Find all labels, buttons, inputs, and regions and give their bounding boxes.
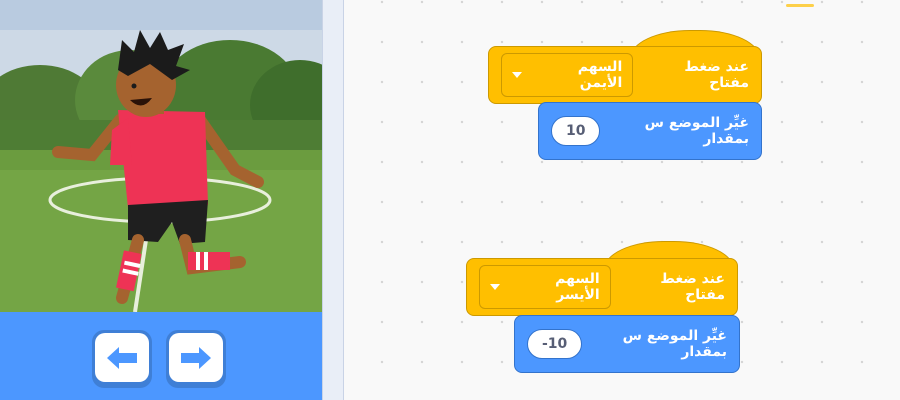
controls-bar (0, 312, 322, 400)
key-dropdown[interactable]: السهم الأيسر (479, 265, 611, 309)
left-arrow-icon (107, 346, 137, 369)
motion-block-label: غيِّر الموضع س بمقدار (644, 115, 749, 147)
left-arrow-button[interactable] (92, 330, 152, 388)
when-key-pressed-block[interactable]: عند ضغط مفتاح السهم الأيمن (488, 46, 762, 104)
caret-down-icon (512, 72, 522, 78)
hat-block-label: عند ضغط مفتاح (684, 59, 749, 91)
hat-block-label: عند ضغط مفتاح (660, 271, 725, 303)
when-key-pressed-block[interactable]: عند ضغط مفتاح السهم الأيسر (466, 258, 738, 316)
motion-block-label: غيِّر الموضع س بمقدار (622, 328, 727, 360)
change-x-value-input[interactable]: 10 (551, 116, 601, 146)
right-arrow-icon (181, 346, 211, 369)
key-dropdown[interactable]: السهم الأيمن (501, 53, 634, 97)
caret-down-icon (490, 284, 500, 290)
change-x-block[interactable]: غيِّر الموضع س بمقدار -10 (514, 315, 740, 373)
change-x-value-input[interactable]: -10 (527, 329, 583, 359)
change-x-block[interactable]: غيِّر الموضع س بمقدار 10 (538, 102, 762, 160)
stage-scene (0, 0, 322, 312)
right-arrow-button[interactable] (166, 330, 226, 388)
key-dropdown-value: السهم الأيمن (577, 59, 623, 91)
stage-divider (322, 0, 344, 400)
offscreen-block-edge (786, 4, 814, 7)
key-dropdown-value: السهم الأيسر (555, 271, 600, 303)
stage[interactable] (0, 0, 322, 312)
